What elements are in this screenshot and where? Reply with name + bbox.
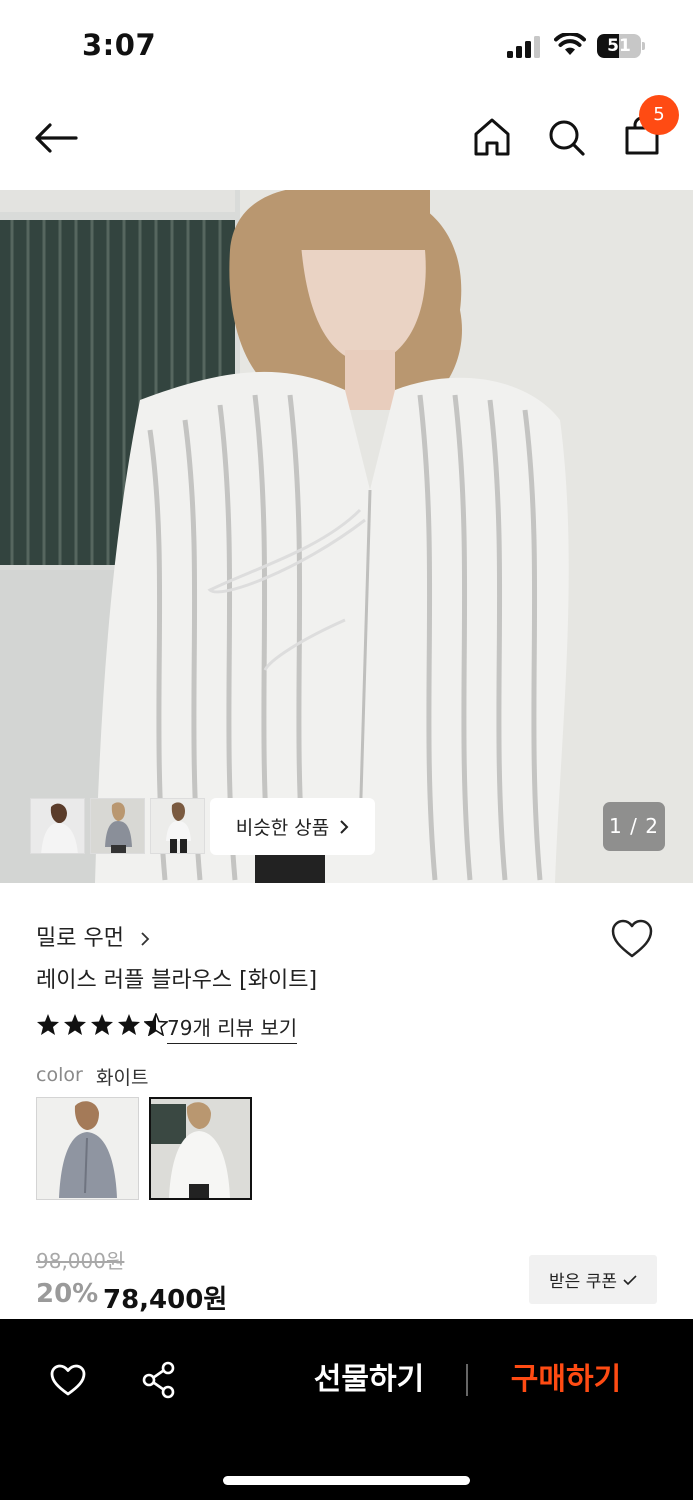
rating-stars <box>36 1013 168 1036</box>
gallery-thumbnail[interactable] <box>90 798 145 854</box>
similar-products-button[interactable]: 비슷한 상품 <box>210 798 375 855</box>
back-arrow-icon[interactable] <box>34 122 78 154</box>
signal-icon <box>507 36 540 58</box>
product-photo <box>0 190 693 883</box>
cart-count-badge: 5 <box>639 95 679 135</box>
star-icon <box>64 1014 86 1035</box>
brand-name: 밀로 우먼 <box>36 926 124 951</box>
star-icon <box>118 1014 140 1035</box>
brand-link[interactable]: 밀로 우먼 <box>36 920 151 952</box>
home-indicator <box>223 1476 470 1485</box>
image-page-indicator: 1 / 2 <box>603 802 665 851</box>
chevron-right-icon <box>340 819 349 834</box>
color-label: color <box>36 1064 83 1086</box>
color-option-white[interactable] <box>149 1097 252 1200</box>
battery-icon: 51 <box>597 34 645 58</box>
star-icon <box>91 1014 113 1035</box>
original-price: 98,000원 <box>36 1249 125 1273</box>
chevron-right-icon <box>141 932 150 946</box>
heart-icon[interactable] <box>610 918 654 960</box>
half-star-icon <box>144 1013 168 1036</box>
share-icon[interactable] <box>141 1361 177 1399</box>
color-option-gray[interactable] <box>36 1097 139 1200</box>
heart-icon[interactable] <box>49 1363 87 1397</box>
bottom-action-bar <box>0 1319 693 1500</box>
status-bar: 3:07 51 <box>0 0 693 92</box>
similar-products-label: 비슷한 상품 <box>235 817 330 839</box>
reviews-link[interactable]: 79개 리뷰 보기 <box>167 1012 298 1044</box>
product-image[interactable] <box>0 190 693 883</box>
wifi-icon <box>554 33 586 55</box>
gallery-thumbnail[interactable] <box>150 798 205 854</box>
home-icon[interactable] <box>473 117 511 157</box>
received-coupon-button[interactable]: 받은 쿠폰 <box>529 1255 657 1304</box>
final-price: 78,400원 <box>103 1285 228 1315</box>
check-icon <box>623 1274 637 1285</box>
discount-rate: 20% <box>36 1279 99 1309</box>
gift-button[interactable]: 선물하기 <box>300 1360 438 1400</box>
coupon-label: 받은 쿠폰 <box>549 1272 617 1292</box>
divider <box>466 1364 468 1396</box>
buy-button[interactable]: 구매하기 <box>497 1360 635 1400</box>
product-name: 레이스 러플 블라우스 [화이트] <box>36 968 318 993</box>
star-icon <box>37 1014 59 1035</box>
color-value: 화이트 <box>96 1067 149 1089</box>
top-nav <box>0 92 693 190</box>
battery-level: 51 <box>607 36 631 56</box>
gallery-thumbnail[interactable] <box>30 798 85 854</box>
status-time: 3:07 <box>82 28 157 62</box>
search-icon[interactable] <box>548 119 586 157</box>
